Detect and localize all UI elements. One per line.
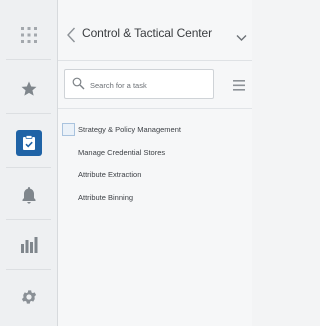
rail-item-notifications[interactable] — [0, 170, 57, 220]
search-icon — [72, 77, 85, 95]
list-item[interactable]: Manage Credential Stores — [58, 145, 252, 168]
list-item[interactable]: Strategy & Policy Management — [58, 122, 252, 145]
list-menu-icon[interactable] — [233, 78, 245, 96]
rail-item-settings[interactable] — [0, 272, 57, 322]
rail-item-apps[interactable] — [0, 10, 57, 60]
search-box[interactable] — [64, 69, 214, 99]
panel-header: Control & Tactical Center — [58, 0, 252, 61]
star-icon — [20, 80, 38, 98]
page-title: Control & Tactical Center — [82, 26, 213, 40]
clipboard-check-icon — [22, 135, 36, 151]
rail-item-reports[interactable] — [0, 220, 57, 270]
bell-icon — [21, 186, 37, 204]
list-item[interactable]: Attribute Binning — [58, 190, 252, 213]
chevron-down-icon[interactable] — [236, 29, 247, 47]
list-item[interactable]: Attribute Extraction — [58, 167, 252, 190]
task-label: Attribute Binning — [78, 192, 134, 202]
bar-chart-icon — [20, 236, 38, 254]
task-label: Strategy & Policy Management — [78, 125, 181, 134]
grid-icon — [20, 26, 38, 44]
task-label: Manage Credential Stores — [78, 147, 166, 157]
active-indicator — [15, 130, 42, 156]
selection-indicator — [62, 123, 75, 136]
task-list: Strategy & Policy Management Manage Cred… — [58, 122, 252, 212]
icon-rail — [0, 0, 58, 326]
search-input[interactable] — [90, 77, 208, 93]
rail-item-tasks[interactable] — [0, 118, 57, 168]
task-panel: Control & Tactical Center Search for a t… — [58, 0, 252, 326]
app-window: Control & Tactical Center Search for a t… — [0, 0, 252, 326]
gear-icon — [20, 288, 38, 306]
rail-item-favorites[interactable] — [0, 64, 57, 114]
divider — [58, 108, 252, 109]
chevron-left-icon[interactable] — [66, 27, 76, 48]
task-label: Attribute Extraction — [78, 170, 142, 179]
